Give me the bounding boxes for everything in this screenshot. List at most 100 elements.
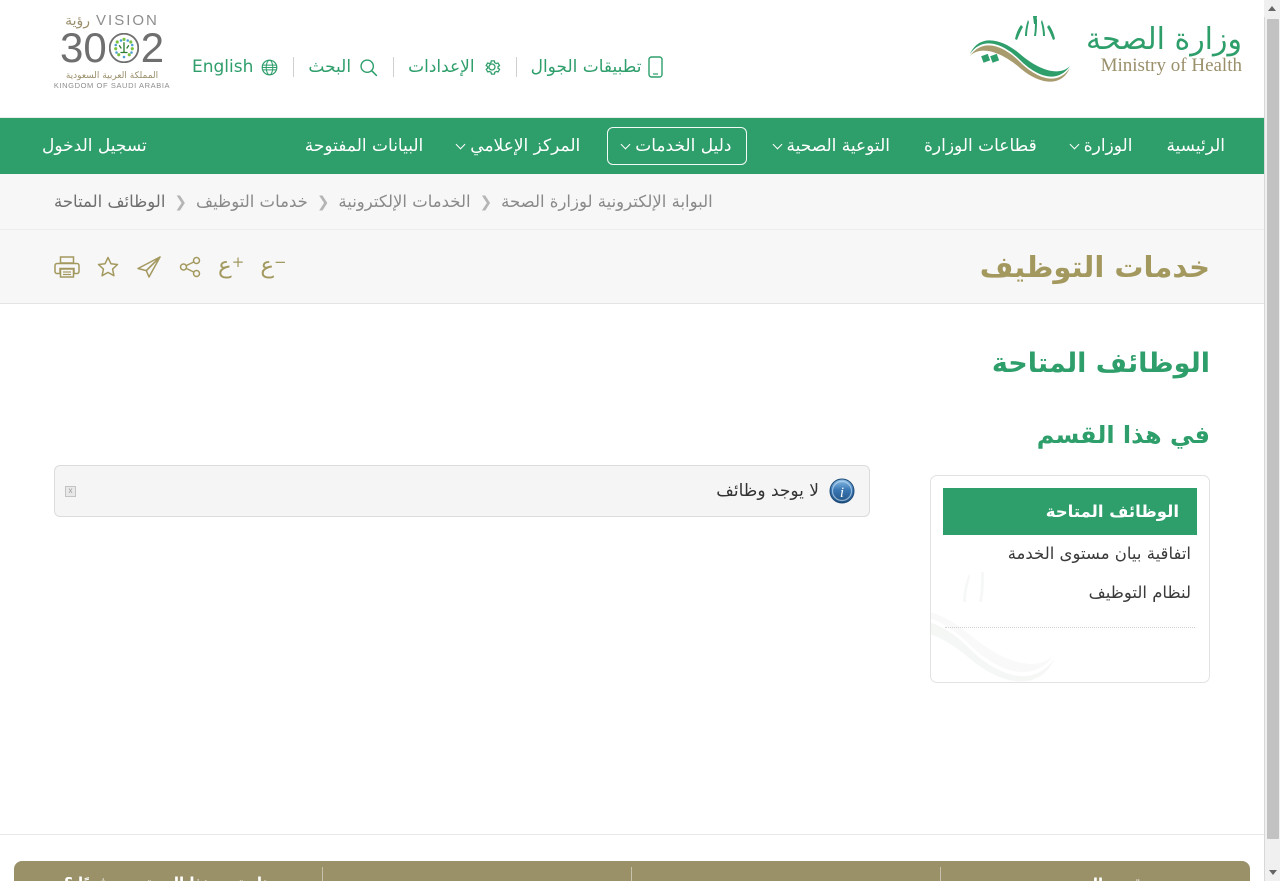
- nav-label-awareness: التوعية الصحية: [786, 136, 890, 156]
- breadcrumb-item-current: الوظائف المتاحة: [54, 192, 166, 211]
- nav-item-sectors[interactable]: قطاعات الوزارة: [907, 136, 1054, 156]
- nav-item-home[interactable]: الرئيسية: [1149, 136, 1242, 156]
- moh-logo[interactable]: وزارة الصحة Ministry of Health: [966, 14, 1242, 86]
- close-icon[interactable]: x: [65, 485, 76, 497]
- font-decrease-icon[interactable]: ع −: [260, 255, 286, 278]
- nav-item-media-center[interactable]: المركز الإعلامي: [440, 136, 597, 156]
- vision-year-left: 2: [140, 24, 165, 71]
- page-title: خدمات التوظيف: [979, 249, 1210, 284]
- page-root: وزارة الصحة Ministry of Health VISION رؤ…: [0, 0, 1280, 881]
- chevron-down-icon: [1069, 139, 1080, 150]
- sidebar-item-sla-agreement[interactable]: اتفاقية بيان مستوى الخدمة: [931, 535, 1209, 574]
- chevron-down-icon: [455, 139, 466, 150]
- nav-label-home: الرئيسية: [1166, 136, 1225, 156]
- vision-year: 2 30: [42, 27, 182, 69]
- breadcrumb-separator-icon: ❮: [479, 192, 493, 211]
- nav-label-sectors: قطاعات الوزارة: [923, 136, 1037, 156]
- scroll-up-button[interactable]: [1264, 0, 1280, 17]
- font-decrease-sup: −: [274, 253, 287, 271]
- utility-label-mobile-apps: تطبيقات الجوال: [530, 57, 642, 77]
- vision-2030-logo[interactable]: VISION رؤية 2 30 المملكة العربية السعودي…: [42, 12, 182, 90]
- content-columns: في هذا القسم الوظائف المتاحة اتفاقية بيا…: [54, 421, 1210, 683]
- main-navigation: الرئيسية الوزارة قطاعات الوزارة التوعية …: [0, 118, 1264, 174]
- footer-feedback-cell: هل تجد هذا المحتوى مفيدًا ؟ نعم لا اقترح: [14, 861, 323, 881]
- moh-palm-infinity-icon: [970, 16, 1070, 82]
- utility-label-search: البحث: [308, 57, 352, 77]
- content-area: i لا يوجد وظائف x: [54, 421, 870, 517]
- nav-item-open-data[interactable]: البيانات المفتوحة: [288, 136, 441, 156]
- mobile-icon: [648, 56, 664, 78]
- main-content: الوظائف المتاحة في هذا القسم الوظائف الم…: [0, 304, 1264, 774]
- login-button[interactable]: تسجيل الدخول: [22, 136, 167, 156]
- vision-kingdom-ar: المملكة العربية السعودية: [65, 71, 159, 81]
- footer-feedback-label: هل تجد هذا المحتوى مفيدًا ؟: [64, 874, 273, 881]
- font-increase-icon[interactable]: ع +: [218, 255, 244, 278]
- chevron-down-icon: [772, 139, 782, 150]
- breadcrumb-separator-icon: ❮: [174, 192, 187, 211]
- vision-kingdom-en: KINGDOM OF SAUDI ARABIA: [53, 81, 171, 90]
- nav-label-open-data: البيانات المفتوحة: [304, 136, 424, 156]
- browser-viewport: وزارة الصحة Ministry of Health VISION رؤ…: [0, 0, 1264, 881]
- nav-label-ministry: الوزارة: [1083, 136, 1133, 156]
- send-icon[interactable]: [136, 255, 162, 279]
- sidebar-divider: [945, 626, 1195, 628]
- search-icon: [358, 57, 379, 78]
- footer-modified-cell: آخر تعديل 30 صفر 1440 هـ 04:08 م: [323, 861, 632, 881]
- utility-separator: [293, 57, 295, 77]
- utility-separator: [393, 57, 395, 77]
- utility-item-language[interactable]: English: [178, 57, 293, 77]
- font-decrease-label: ع: [260, 253, 275, 279]
- footer-divider: [0, 834, 1264, 835]
- scrollbar-thumb[interactable]: [1267, 19, 1279, 839]
- info-icon: i: [829, 478, 855, 504]
- utility-item-search[interactable]: البحث: [294, 57, 393, 78]
- footer-rating-label: تقييم المحتوى: [1042, 875, 1149, 881]
- star-icon[interactable]: [96, 255, 120, 279]
- breadcrumb-list: البوابة الإلكترونية لوزارة الصحة ❮ الخدم…: [54, 192, 713, 211]
- moh-logo-arabic: وزارة الصحة: [1086, 21, 1242, 57]
- page-action-icons: ع + ع −: [54, 255, 287, 279]
- utility-separator: [515, 57, 517, 77]
- breadcrumb-item-portal[interactable]: البوابة الإلكترونية لوزارة الصحة: [501, 192, 713, 211]
- breadcrumb-item-employment[interactable]: خدمات التوظيف: [196, 192, 308, 211]
- moh-logo-english: Ministry of Health: [1100, 55, 1242, 77]
- sidebar-item-available-jobs[interactable]: الوظائف المتاحة: [943, 488, 1197, 535]
- saudi-emblem-icon: [108, 33, 139, 63]
- nav-item-awareness[interactable]: التوعية الصحية: [757, 136, 907, 156]
- utility-item-settings[interactable]: الإعدادات: [394, 57, 516, 77]
- footer-info-bar: تقييم المحتوى: [14, 861, 1250, 881]
- content-heading: الوظائف المتاحة: [991, 348, 1210, 379]
- sidebar-box: الوظائف المتاحة اتفاقية بيان مستوى الخدم…: [930, 475, 1210, 683]
- share-icon[interactable]: [178, 255, 202, 279]
- chevron-down-icon: [620, 139, 631, 150]
- utility-item-mobile-apps[interactable]: تطبيقات الجوال: [517, 56, 678, 78]
- footer-reads-cell: عدد القراءات 3597: [632, 861, 941, 881]
- footer-spacer: [0, 774, 1264, 834]
- print-icon[interactable]: [54, 255, 80, 279]
- info-alert: i لا يوجد وظائف x: [54, 465, 870, 517]
- nav-item-ministry[interactable]: الوزارة: [1054, 136, 1150, 156]
- svg-text:i: i: [840, 485, 844, 501]
- nav-label-services-guide: دليل الخدمات: [635, 136, 732, 156]
- scroll-down-button[interactable]: [1265, 864, 1280, 881]
- utility-label-language: English: [192, 57, 254, 77]
- site-header: وزارة الصحة Ministry of Health VISION رؤ…: [0, 0, 1264, 118]
- utility-nav: تطبيقات الجوال الإعدادات البحث English: [178, 56, 677, 78]
- vision-year-right: 30: [59, 24, 107, 71]
- nav-label-media-center: المركز الإعلامي: [470, 136, 581, 156]
- font-increase-label: ع: [218, 253, 232, 279]
- page-title-band: خدمات التوظيف ع + ع −: [0, 230, 1264, 304]
- globe-icon: [260, 58, 279, 77]
- font-increase-sup: +: [231, 253, 245, 271]
- vertical-scrollbar[interactable]: [1264, 0, 1280, 881]
- utility-label-settings: الإعدادات: [408, 57, 475, 77]
- sidebar-heading: في هذا القسم: [1036, 421, 1210, 449]
- moh-logo-text: وزارة الصحة Ministry of Health: [1086, 24, 1242, 76]
- info-alert-text: لا يوجد وظائف: [716, 481, 819, 501]
- sidebar-item-employment-system[interactable]: لنظام التوظيف: [931, 574, 1209, 613]
- chevron-down-icon: [1269, 870, 1277, 875]
- nav-item-services-guide[interactable]: دليل الخدمات: [607, 127, 747, 165]
- breadcrumb-item-eservices[interactable]: الخدمات الإلكترونية: [338, 192, 470, 211]
- breadcrumb: البوابة الإلكترونية لوزارة الصحة ❮ الخدم…: [0, 174, 1264, 230]
